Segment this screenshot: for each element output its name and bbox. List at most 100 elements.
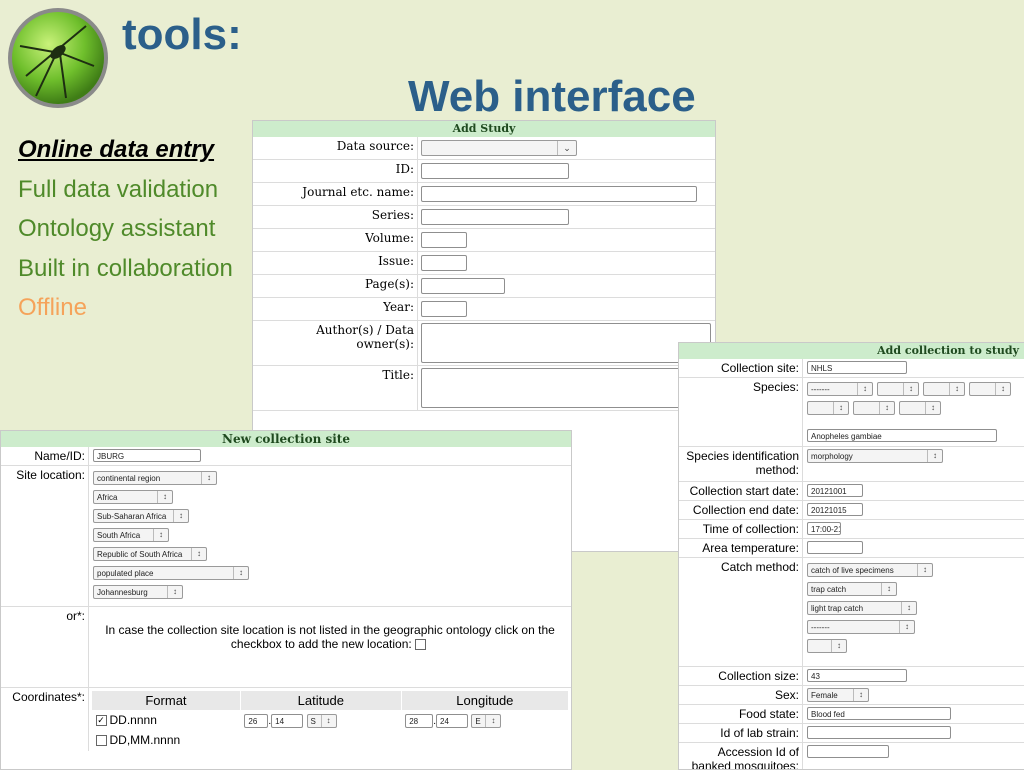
lab-strain-label: Id of lab strain: (679, 724, 803, 742)
latitude-column-header: Latitude (239, 690, 402, 711)
coordinates-label: Coordinates*: (1, 688, 89, 751)
catch-method-label: Catch method: (679, 558, 803, 666)
latitude-degrees-input[interactable]: 26 (244, 713, 269, 728)
longitude-direction-select[interactable]: E ↕ (471, 713, 502, 728)
species-select-genus[interactable]: ------- ↕ (807, 382, 873, 396)
series-input[interactable] (421, 208, 569, 225)
start-date-label: Collection start date: (679, 482, 803, 500)
volume-input[interactable] (421, 231, 467, 248)
location-select-subregion[interactable]: Sub-Saharan Africa ↕ (93, 509, 189, 523)
longitude-minutes-input[interactable]: 24 (436, 713, 468, 728)
select-arrows-icon: ↕ (881, 583, 896, 595)
location-select-state[interactable]: Republic of South Africa ↕ (93, 547, 207, 561)
sex-value: Female (811, 691, 838, 700)
food-state-input[interactable]: Blood fed (807, 707, 951, 720)
id-label: ID: (253, 159, 418, 183)
coordinates-table: Format Latitude Longitude ✓ DD.nnnn DD,MM… (91, 690, 570, 749)
bullet-built-in-collaboration: Built in collaboration (18, 254, 233, 282)
species-select-7[interactable]: ↕ (899, 401, 941, 415)
longitude-column-header: Longitude (400, 690, 570, 711)
accession-id-input[interactable] (807, 745, 889, 758)
issue-label: Issue: (253, 251, 418, 275)
location-select-country[interactable]: South Africa ↕ (93, 528, 169, 542)
bullet-list: Online data entry Full data validation O… (18, 130, 233, 328)
authors-label: Author(s) / Data owner(s): (253, 320, 418, 366)
species-select-2[interactable]: ↕ (877, 382, 919, 396)
species-method-select[interactable]: morphology ↕ (807, 449, 943, 463)
select-arrows-icon: ↕ (927, 450, 942, 462)
latitude-minutes-input[interactable]: 14 (271, 713, 304, 728)
latitude-direction-select[interactable]: S ↕ (306, 713, 337, 728)
species-select-4[interactable]: ↕ (969, 382, 1011, 396)
catch-method-select-3[interactable]: light trap catch ↕ (807, 601, 917, 615)
location-select-feature-type-value: populated place (97, 569, 154, 578)
catch-method-select-1[interactable]: catch of live specimens ↕ (807, 563, 933, 577)
bullet-full-data-validation: Full data validation (18, 175, 219, 203)
end-date-input[interactable]: 20121015 (807, 503, 863, 516)
collection-size-input[interactable]: 43 (807, 669, 907, 682)
lab-strain-input[interactable] (807, 726, 951, 739)
year-label: Year: (253, 297, 418, 321)
data-source-select[interactable]: ⌄ (421, 139, 577, 156)
select-arrows-icon: ↕ (833, 402, 848, 414)
chevron-down-icon: ⌄ (557, 140, 576, 155)
site-location-label: Site location: (1, 466, 89, 606)
catch-method-value-1: catch of live specimens (811, 566, 894, 575)
catch-method-value-2: trap catch (811, 585, 847, 594)
location-select-subregion-value: Sub-Saharan Africa (97, 512, 167, 521)
catch-method-select-5[interactable]: ↕ (807, 639, 847, 653)
species-select-6[interactable]: ↕ (853, 401, 895, 415)
location-select-feature-type[interactable]: populated place ↕ (93, 566, 249, 580)
mosquito-logo-icon (6, 6, 110, 110)
slide-title-line2: Web interface (408, 72, 696, 121)
issue-input[interactable] (421, 254, 467, 271)
format-ddnnnn-checkbox[interactable]: ✓ (95, 715, 107, 727)
location-select-continent[interactable]: Africa ↕ (93, 490, 173, 504)
format-ddmmnnnn-checkbox[interactable] (95, 735, 107, 747)
volume-label: Volume: (253, 228, 418, 252)
select-arrows-icon: ↕ (879, 402, 894, 414)
select-arrows-icon: ↕ (167, 586, 182, 598)
start-date-input[interactable]: 20121001 (807, 484, 863, 497)
select-arrows-icon: ↕ (925, 402, 940, 414)
species-select-5[interactable]: ↕ (807, 401, 849, 415)
catch-method-value-4: ------- (811, 623, 830, 632)
id-input[interactable] (421, 162, 569, 179)
species-name-input[interactable]: Anopheles gambiae (807, 429, 997, 442)
or-label: or*: (1, 607, 89, 687)
catch-method-select-4[interactable]: ------- ↕ (807, 620, 915, 634)
species-select-genus-value: ------- (811, 385, 830, 394)
latitude-direction-value: S (310, 716, 316, 726)
new-location-checkbox[interactable] (415, 639, 427, 651)
collection-site-input[interactable]: NHLS (807, 361, 907, 374)
authors-textarea[interactable] (421, 323, 711, 363)
species-select-3[interactable]: ↕ (923, 382, 965, 396)
sex-select[interactable]: Female ↕ (807, 688, 869, 702)
collection-site-label: Collection site: (679, 359, 803, 377)
journal-input[interactable] (421, 185, 697, 202)
add-collection-panel: Add collection to study Collection site:… (678, 342, 1024, 770)
location-select-city[interactable]: Johannesburg ↕ (93, 585, 183, 599)
location-select-region[interactable]: continental region ↕ (93, 471, 217, 485)
longitude-degrees-input[interactable]: 28 (405, 713, 434, 728)
year-input[interactable] (421, 300, 467, 317)
title-textarea[interactable] (421, 368, 711, 408)
select-arrows-icon: ↕ (173, 510, 188, 522)
time-input[interactable]: 17:00-21 (807, 522, 841, 535)
pages-input[interactable] (421, 277, 505, 294)
format-ddmmnnnn-label: DD,MM.nnnn (109, 733, 181, 747)
select-arrows-icon: ↕ (853, 689, 868, 701)
collection-size-label: Collection size: (679, 667, 803, 685)
food-state-label: Food state: (679, 705, 803, 723)
select-arrows-icon: ↕ (903, 383, 918, 395)
temperature-input[interactable] (807, 541, 863, 554)
title-label: Title: (253, 365, 418, 411)
name-id-input[interactable]: JBURG (93, 449, 201, 462)
select-arrows-icon: ↕ (831, 640, 846, 652)
format-ddnnnn-label: DD.nnnn (109, 713, 157, 727)
species-label: Species: (679, 378, 803, 446)
species-method-label: Species identification method: (679, 447, 803, 481)
add-collection-header: Add collection to study (679, 343, 1024, 359)
select-arrows-icon: ↕ (233, 567, 248, 579)
catch-method-select-2[interactable]: trap catch ↕ (807, 582, 897, 596)
